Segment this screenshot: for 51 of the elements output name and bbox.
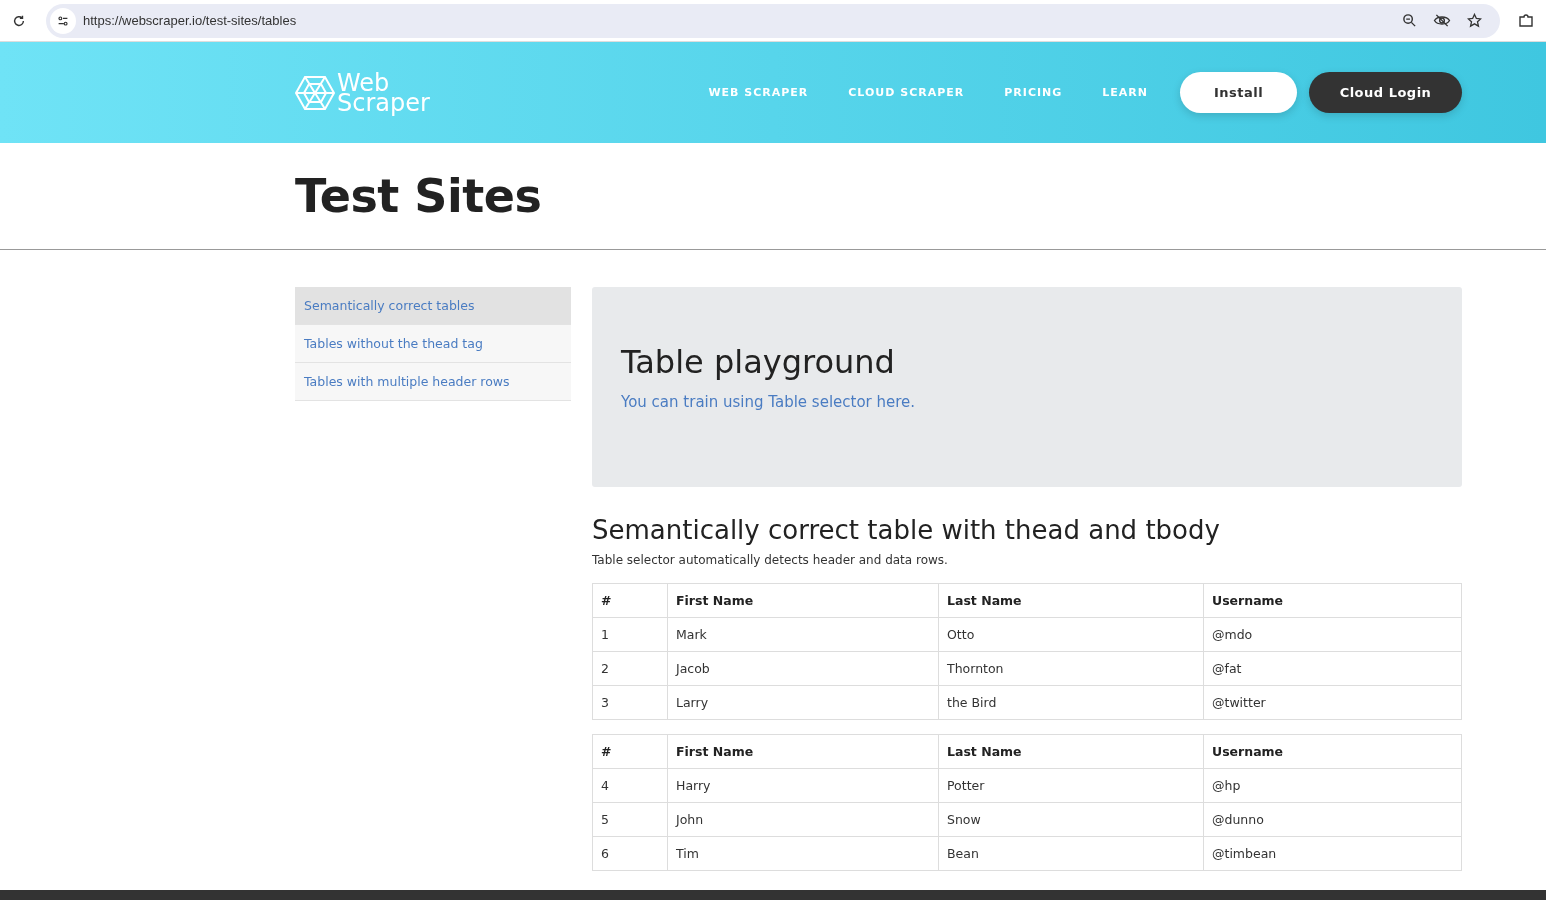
table-cell: @hp bbox=[1203, 768, 1462, 803]
table-cell: Tim bbox=[667, 836, 939, 871]
page-title: Test Sites bbox=[295, 169, 543, 223]
column-header: Username bbox=[1203, 583, 1462, 618]
table-cell: @timbean bbox=[1203, 836, 1462, 871]
table-cell: @twitter bbox=[1203, 685, 1462, 720]
reload-icon[interactable] bbox=[12, 13, 26, 28]
table-cell: the Bird bbox=[938, 685, 1204, 720]
table-cell: Bean bbox=[938, 836, 1204, 871]
eye-slash-icon[interactable] bbox=[1433, 13, 1451, 28]
table-cell: 3 bbox=[592, 685, 668, 720]
column-header: First Name bbox=[667, 583, 939, 618]
cloud-login-button[interactable]: Cloud Login bbox=[1309, 72, 1462, 113]
table-cell: Mark bbox=[667, 617, 939, 652]
table-cell: Jacob bbox=[667, 651, 939, 686]
zoom-icon[interactable] bbox=[1402, 13, 1417, 28]
table-cell: 6 bbox=[592, 836, 668, 871]
nav-link[interactable]: PRICING bbox=[1004, 86, 1063, 99]
table-cell: John bbox=[667, 802, 939, 837]
column-header: Last Name bbox=[938, 583, 1204, 618]
star-icon[interactable] bbox=[1467, 13, 1482, 28]
section-title: Semantically correct table with thead and tbody bbox=[592, 515, 1221, 545]
table-cell: 4 bbox=[592, 768, 668, 803]
table-cell: @mdo bbox=[1203, 617, 1462, 652]
jumbotron-title: Table playground bbox=[621, 343, 896, 381]
nav-link[interactable]: CLOUD SCRAPER bbox=[848, 86, 965, 99]
column-header: # bbox=[592, 583, 668, 618]
column-header: # bbox=[592, 734, 668, 769]
table-cell: Harry bbox=[667, 768, 939, 803]
column-header: Username bbox=[1203, 734, 1462, 769]
nav-link[interactable]: LEARN bbox=[1102, 86, 1148, 99]
table-cell: Otto bbox=[938, 617, 1204, 652]
jumbotron-subtitle: You can train using Table selector here. bbox=[621, 393, 917, 411]
sidebar-item[interactable]: Tables with multiple header rows bbox=[295, 363, 571, 401]
sidebar-item[interactable]: Tables without the thead tag bbox=[295, 325, 571, 363]
table-cell: 5 bbox=[592, 802, 668, 837]
site-settings-icon[interactable] bbox=[50, 7, 76, 34]
column-header: First Name bbox=[667, 734, 939, 769]
table-cell: @fat bbox=[1203, 651, 1462, 686]
sidebar-item[interactable]: Semantically correct tables bbox=[295, 287, 571, 325]
table-cell: Snow bbox=[938, 802, 1204, 837]
table-cell: Larry bbox=[667, 685, 939, 720]
section-description: Table selector automatically detects header and data rows. bbox=[592, 553, 949, 567]
table-cell: Thornton bbox=[938, 651, 1204, 686]
table-cell: 1 bbox=[592, 617, 668, 652]
table-cell: @dunno bbox=[1203, 802, 1462, 837]
table-cell: 2 bbox=[592, 651, 668, 686]
nav-link[interactable]: WEB SCRAPER bbox=[708, 86, 809, 99]
install-button[interactable]: Install bbox=[1180, 72, 1297, 113]
table-cell: Potter bbox=[938, 768, 1204, 803]
column-header: Last Name bbox=[938, 734, 1204, 769]
